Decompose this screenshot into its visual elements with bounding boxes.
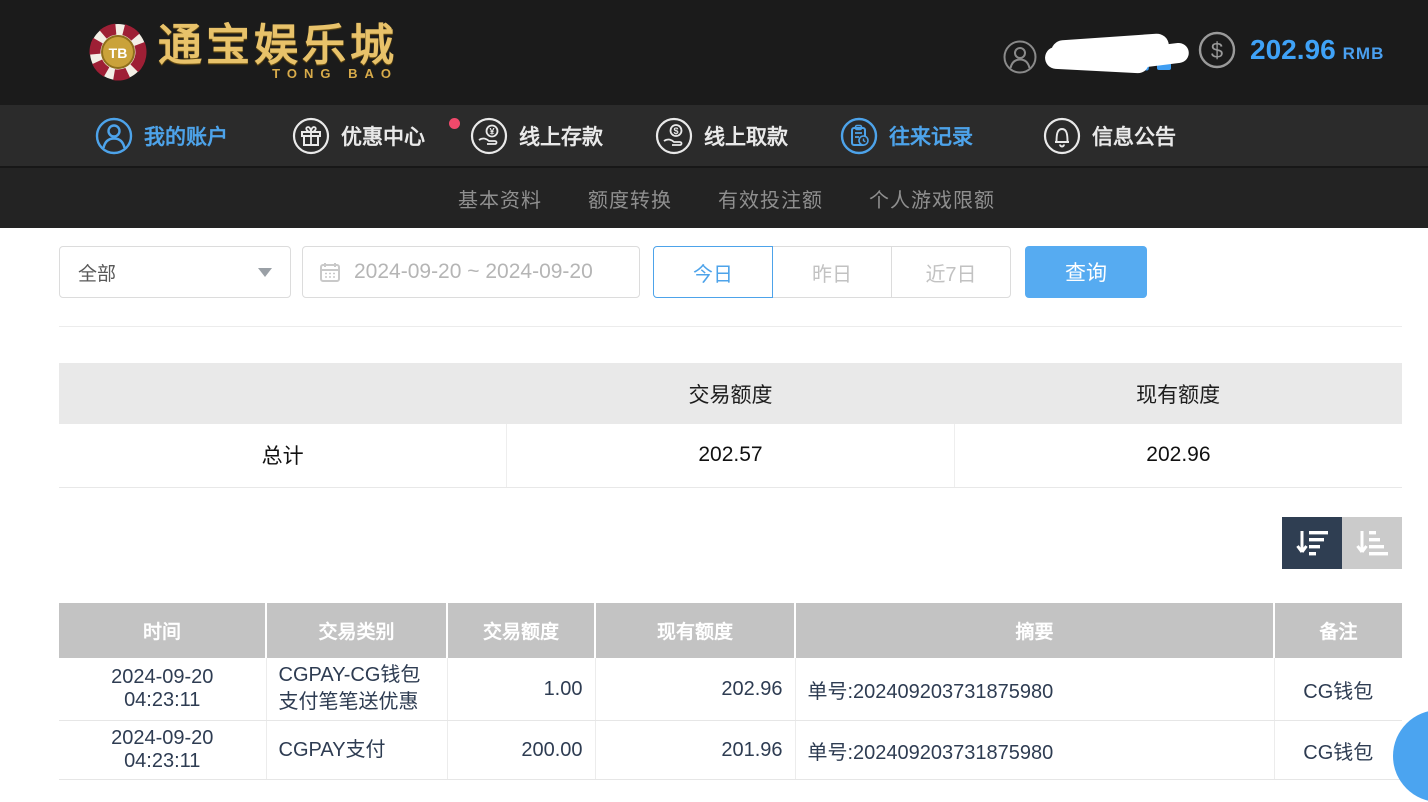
cell-remark: CG钱包	[1274, 658, 1402, 721]
bell-icon	[1043, 117, 1081, 155]
sort-descending-icon	[1296, 531, 1328, 556]
header-balance: $ 202.96 RMB	[1198, 31, 1384, 69]
nav-item-my-account[interactable]: 我的账户	[95, 105, 228, 166]
quick-range-group: 今日 昨日 近7日	[653, 246, 1011, 298]
summary-total-row: 总计 202.57 202.96	[59, 424, 1402, 488]
cell-transaction-type: CGPAY-CG钱包支付笔笔送优惠	[266, 658, 448, 721]
subnav-item-quota-transfer[interactable]: 额度转换	[588, 184, 672, 213]
col-header-transaction-amount: 交易额度	[447, 603, 596, 658]
nav-label: 优惠中心	[341, 125, 425, 149]
summary-transaction-amount: 202.57	[506, 424, 955, 488]
col-header-transaction-type: 交易类别	[266, 603, 448, 658]
search-button[interactable]: 查询	[1025, 246, 1147, 298]
chevron-down-icon	[258, 267, 272, 277]
quick-range-yesterday[interactable]: 昨日	[772, 246, 892, 298]
type-select[interactable]: 全部	[59, 246, 291, 298]
cell-current-balance: 201.96	[595, 720, 796, 780]
col-header-summary: 摘要	[795, 603, 1275, 658]
svg-text:¥: ¥	[489, 126, 494, 136]
withdraw-icon: $	[655, 117, 693, 155]
username-redaction	[1044, 32, 1195, 81]
summary-current-balance: 202.96	[954, 424, 1402, 488]
sort-button-group	[1282, 517, 1402, 569]
nav-item-transaction-records[interactable]: 往来记录	[840, 105, 973, 166]
summary-header-row: 交易额度 现有额度	[59, 363, 1402, 424]
sort-descending-button[interactable]	[1282, 517, 1342, 569]
svg-text:$: $	[1211, 38, 1223, 63]
notification-dot	[449, 118, 460, 129]
balance-amount: 202.96	[1250, 34, 1336, 65]
cell-current-balance: 202.96	[595, 658, 796, 721]
subnav-item-basic-info[interactable]: 基本资料	[458, 184, 542, 213]
subnav-item-game-limits[interactable]: 个人游戏限额	[869, 184, 995, 213]
table-row: 2024-09-20 04:23:11 CGPAY-CG钱包支付笔笔送优惠 1.…	[59, 658, 1402, 721]
user-circle-icon	[1003, 40, 1037, 74]
date-range-value: 2024-09-20 ~ 2024-09-20	[354, 260, 593, 283]
cell-summary: 单号:202409203731875980	[795, 720, 1275, 780]
cell-remark: CG钱包	[1274, 720, 1402, 780]
summary-header-blank	[59, 363, 507, 424]
cell-transaction-amount: 200.00	[447, 720, 596, 780]
cell-transaction-type: CGPAY支付	[266, 720, 448, 780]
cell-time: 2024-09-20 04:23:11	[59, 658, 267, 721]
nav-label: 信息公告	[1092, 125, 1176, 149]
gift-icon	[292, 117, 330, 155]
records-icon	[840, 117, 878, 155]
summary-total-label: 总计	[59, 424, 508, 488]
sub-navigation: 基本资料 额度转换 有效投注额 个人游戏限额	[0, 168, 1428, 228]
quick-range-last7days[interactable]: 近7日	[891, 246, 1011, 298]
svg-text:$: $	[673, 126, 678, 136]
cell-transaction-amount: 1.00	[447, 658, 596, 721]
nav-item-promotions[interactable]: 优惠中心	[292, 105, 460, 166]
subnav-item-valid-bets[interactable]: 有效投注额	[718, 184, 823, 213]
nav-label: 往来记录	[889, 125, 973, 149]
section-divider	[59, 326, 1402, 327]
calendar-icon	[318, 260, 342, 284]
user-icon	[95, 117, 133, 155]
nav-label: 线上存款	[519, 125, 603, 149]
site-logo[interactable]: TB 通宝娱乐城 TONG BAO	[88, 22, 398, 82]
col-header-current-balance: 现有额度	[595, 603, 796, 658]
nav-item-announcements[interactable]: 信息公告	[1043, 105, 1176, 166]
logo-title: 通宝娱乐城	[158, 20, 398, 70]
logo-subtitle: TONG BAO	[272, 65, 398, 81]
balance-currency: RMB	[1342, 44, 1385, 63]
col-header-time: 时间	[59, 603, 267, 658]
dollar-circle-icon: $	[1198, 31, 1236, 69]
svg-text:TB: TB	[109, 45, 128, 61]
summary-header-transaction-amount: 交易额度	[506, 363, 955, 424]
summary-table: 交易额度 现有额度 总计 202.57 202.96	[59, 363, 1402, 488]
nav-label: 线上取款	[704, 125, 788, 149]
nav-item-deposit[interactable]: ¥ 线上存款	[470, 105, 603, 166]
nav-label: 我的账户	[144, 125, 228, 149]
main-navigation: 我的账户 优惠中心 ¥ 线上存款 $ 线上取款 往来记录 信息公告	[0, 105, 1428, 168]
top-header: TB 通宝娱乐城 TONG BAO $ 202.96 RMB	[0, 0, 1428, 105]
table-row: 2024-09-20 04:23:11 CGPAY支付 200.00 201.9…	[59, 720, 1402, 780]
nav-item-withdraw[interactable]: $ 线上取款	[655, 105, 788, 166]
type-select-value: 全部	[78, 263, 117, 285]
sort-ascending-button[interactable]	[1342, 517, 1402, 569]
deposit-icon: ¥	[470, 117, 508, 155]
col-header-remark: 备注	[1274, 603, 1402, 658]
quick-range-today[interactable]: 今日	[653, 246, 773, 298]
sort-ascending-icon	[1356, 531, 1388, 556]
records-table: 时间 交易类别 交易额度 现有额度 摘要 备注 2024-09-20 04:23…	[59, 603, 1402, 780]
records-header-row: 时间 交易类别 交易额度 现有额度 摘要 备注	[59, 603, 1402, 658]
date-range-input[interactable]: 2024-09-20 ~ 2024-09-20	[302, 246, 640, 298]
summary-header-current-balance: 现有额度	[954, 363, 1402, 424]
poker-chip-icon: TB	[89, 23, 147, 81]
cell-summary: 单号:202409203731875980	[795, 658, 1275, 721]
cell-time: 2024-09-20 04:23:11	[59, 720, 267, 780]
header-user-account[interactable]	[1003, 32, 1195, 81]
